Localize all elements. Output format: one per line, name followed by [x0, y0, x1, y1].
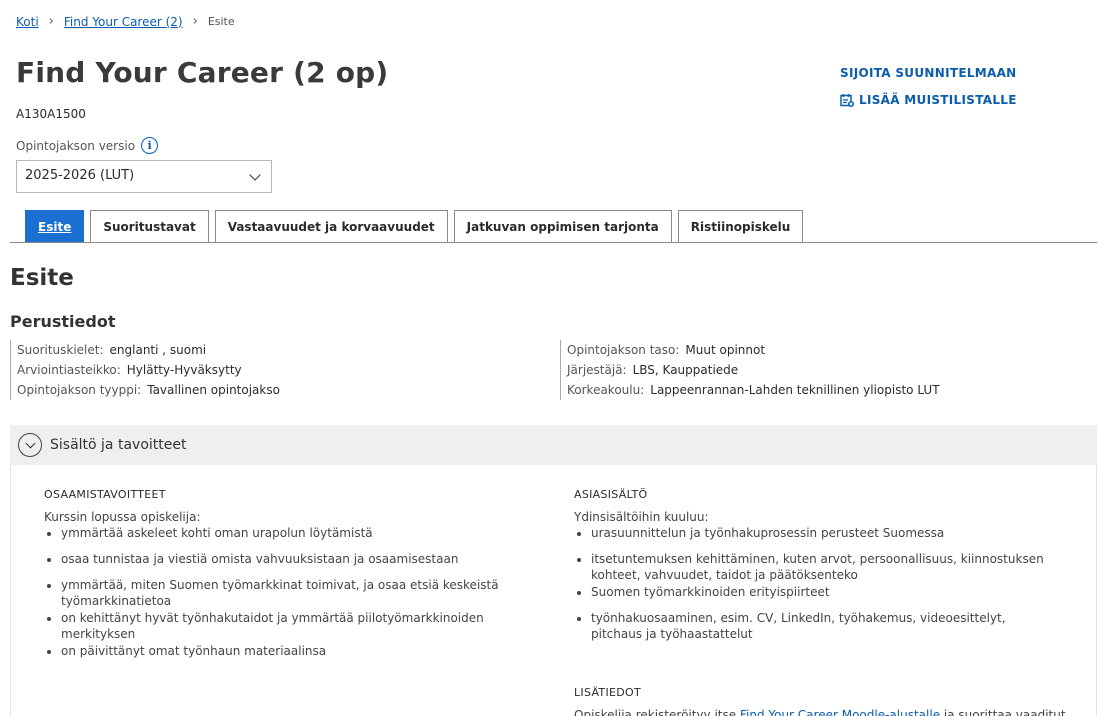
section-title: Esite [10, 265, 74, 291]
goals-intro: Kurssin lopussa opiskelija: [44, 510, 201, 524]
goals-column: OSAAMISTAVOITTEET Kurssin lopussa opiske… [44, 488, 524, 669]
info-row: Järjestäjä: LBS, Kauppatiede [560, 360, 940, 380]
info-label: Korkeakoulu: [567, 383, 645, 397]
info-value: Hylätty-Hyväksytty [126, 363, 242, 377]
info-value: LBS, Kauppatiede [632, 363, 739, 377]
info-label: Suorituskielet: [17, 343, 104, 357]
accordion-content-goals[interactable]: Sisältö ja tavoitteet [10, 425, 1097, 465]
tab-suoritustavat[interactable]: Suoritustavat [90, 210, 209, 243]
page-title: Find Your Career (2 op) [16, 56, 389, 89]
list-item: työnhakuosaaminen, esim. CV, LinkedIn, t… [591, 610, 1054, 642]
tab-esite[interactable]: Esite [25, 210, 85, 243]
course-actions: SIJOITA SUUNNITELMAAN LISÄÄ MUISTILISTAL… [840, 66, 1017, 107]
chevron-down-icon [249, 169, 261, 181]
add-to-plan-button[interactable]: SIJOITA SUUNNITELMAAN [840, 66, 1017, 80]
info-row: Opintojakson tyyppi: Tavallinen opintoja… [10, 380, 280, 400]
extra-info-text-end: ja suorittaa vaaditut [940, 708, 1066, 716]
version-select-value: 2025-2026 (LUT) [25, 168, 135, 183]
accordion-body: OSAAMISTAVOITTEET Kurssin lopussa opiske… [10, 465, 1097, 716]
extra-info-text: Opiskelija rekisteröityy itse Find Your … [574, 707, 1066, 716]
add-to-plan-label: SIJOITA SUUNNITELMAAN [840, 66, 1017, 80]
info-value: Muut opinnot [685, 343, 766, 357]
chevron-right-icon: › [192, 14, 198, 29]
extra-info-column: LISÄTIEDOT Opiskelija rekisteröityy itse… [574, 686, 1066, 716]
version-label-text: Opintojakson versio [16, 138, 136, 153]
content-list: urasuunnittelun ja työnhakuprosessin per… [574, 525, 1054, 642]
basics-title: Perustiedot [10, 312, 116, 331]
chevron-right-icon: › [48, 14, 54, 29]
tab-jatkuva-oppiminen[interactable]: Jatkuvan oppimisen tarjonta [453, 210, 672, 243]
extra-info-text-start: Opiskelija rekisteröityy itse [574, 708, 740, 716]
tab-vastaavuudet[interactable]: Vastaavuudet ja korvaavuudet [214, 210, 448, 243]
content-heading: ASIASISÄLTÖ [574, 488, 648, 501]
list-item: urasuunnittelun ja työnhakuprosessin per… [591, 525, 1054, 541]
breadcrumb: Koti › Find Your Career (2) › Esite [16, 14, 235, 29]
info-row: Korkeakoulu: Lappeenrannan-Lahden teknil… [560, 380, 940, 400]
info-value: Lappeenrannan-Lahden teknillinen yliopis… [650, 383, 940, 397]
info-icon[interactable]: i [141, 137, 159, 154]
info-label: Opintojakson taso: [567, 343, 680, 357]
info-left-column: Suorituskielet: englanti , suomi Arvioin… [10, 340, 280, 400]
add-to-memo-label: LISÄÄ MUISTILISTALLE [859, 93, 1017, 107]
info-label: Arviointiasteikko: [17, 363, 121, 377]
info-label: Järjestäjä: [567, 363, 627, 377]
list-item: ymmärtää, miten Suomen työmarkkinat toim… [61, 577, 524, 609]
course-code: A130A1500 [16, 107, 86, 121]
tab-bar: Esite Suoritustavat Vastaavuudet ja korv… [25, 210, 809, 243]
list-item: on kehittänyt hyvät työnhakutaidot ja ym… [61, 610, 524, 642]
list-item: itsetuntemuksen kehittäminen, kuten arvo… [591, 551, 1054, 583]
calendar-add-icon [840, 94, 854, 107]
accordion-title: Sisältö ja tavoitteet [50, 437, 187, 453]
info-right-column: Opintojakson taso: Muut opinnot Järjestä… [560, 340, 940, 400]
breadcrumb-parent-link[interactable]: Find Your Career (2) [64, 15, 183, 29]
content-column: ASIASISÄLTÖ Ydinsisältöihin kuuluu: uras… [574, 488, 1054, 652]
tabs-divider [10, 242, 1097, 243]
list-item: osaa tunnistaa ja viestiä omista vahvuuk… [61, 551, 524, 567]
moodle-link[interactable]: Find Your Career Moodle-alustalle [740, 708, 940, 716]
info-label: Opintojakson tyyppi: [17, 383, 142, 397]
version-label: Opintojakson versio i [16, 137, 159, 154]
info-value: englanti , suomi [109, 343, 207, 357]
info-row: Suorituskielet: englanti , suomi [10, 340, 280, 360]
breadcrumb-home-link[interactable]: Koti [16, 15, 39, 29]
add-to-memo-button[interactable]: LISÄÄ MUISTILISTALLE [840, 93, 1017, 107]
extra-info-heading: LISÄTIEDOT [574, 686, 641, 699]
info-row: Arviointiasteikko: Hylätty-Hyväksytty [10, 360, 280, 380]
info-row: Opintojakson taso: Muut opinnot [560, 340, 940, 360]
list-item: ymmärtää askeleet kohti oman urapolun lö… [61, 525, 524, 541]
content-intro: Ydinsisältöihin kuuluu: [574, 510, 709, 524]
goals-list: ymmärtää askeleet kohti oman urapolun lö… [44, 525, 524, 659]
chevron-down-circle-icon [18, 433, 42, 457]
version-select[interactable]: 2025-2026 (LUT) [16, 160, 272, 193]
tab-ristiinopiskelu[interactable]: Ristiinopiskelu [677, 210, 804, 243]
goals-heading: OSAAMISTAVOITTEET [44, 488, 166, 501]
list-item: Suomen työmarkkinoiden erityispiirteet [591, 584, 1054, 600]
info-value: Tavallinen opintojakso [147, 383, 280, 397]
breadcrumb-current: Esite [207, 15, 235, 28]
list-item: on päivittänyt omat työnhaun materiaalin… [61, 643, 524, 659]
